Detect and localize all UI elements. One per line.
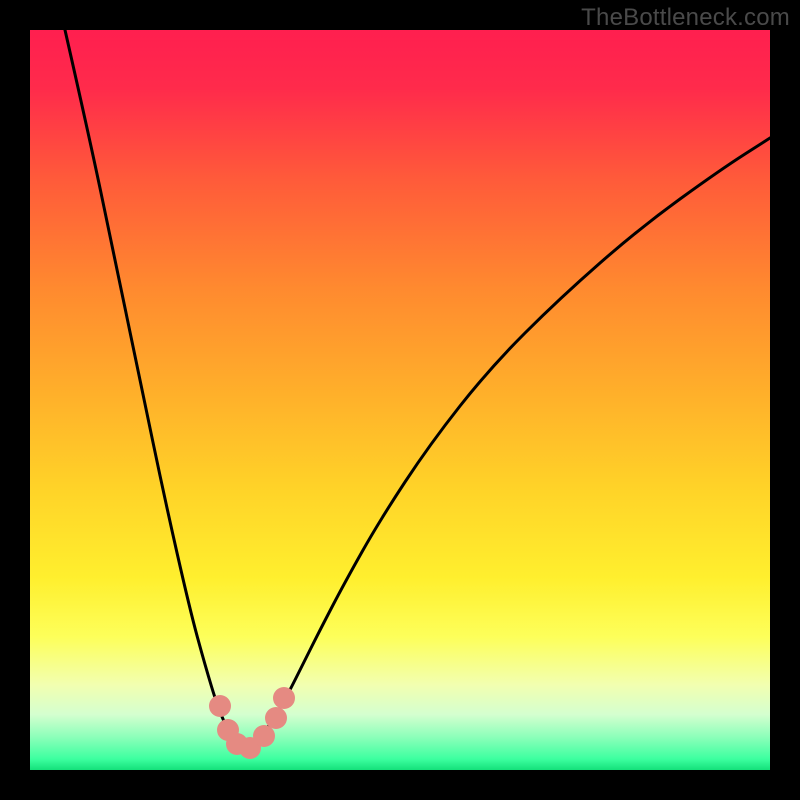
watermark-text: TheBottleneck.com (581, 4, 790, 32)
gradient-background (30, 30, 770, 770)
highlight-dot (209, 695, 231, 717)
outer-black-frame: TheBottleneck.com (0, 0, 800, 800)
plot-area (30, 30, 770, 770)
bottleneck-chart (30, 30, 770, 770)
highlight-dot (273, 687, 295, 709)
highlight-dot (265, 707, 287, 729)
highlight-dot (253, 725, 275, 747)
